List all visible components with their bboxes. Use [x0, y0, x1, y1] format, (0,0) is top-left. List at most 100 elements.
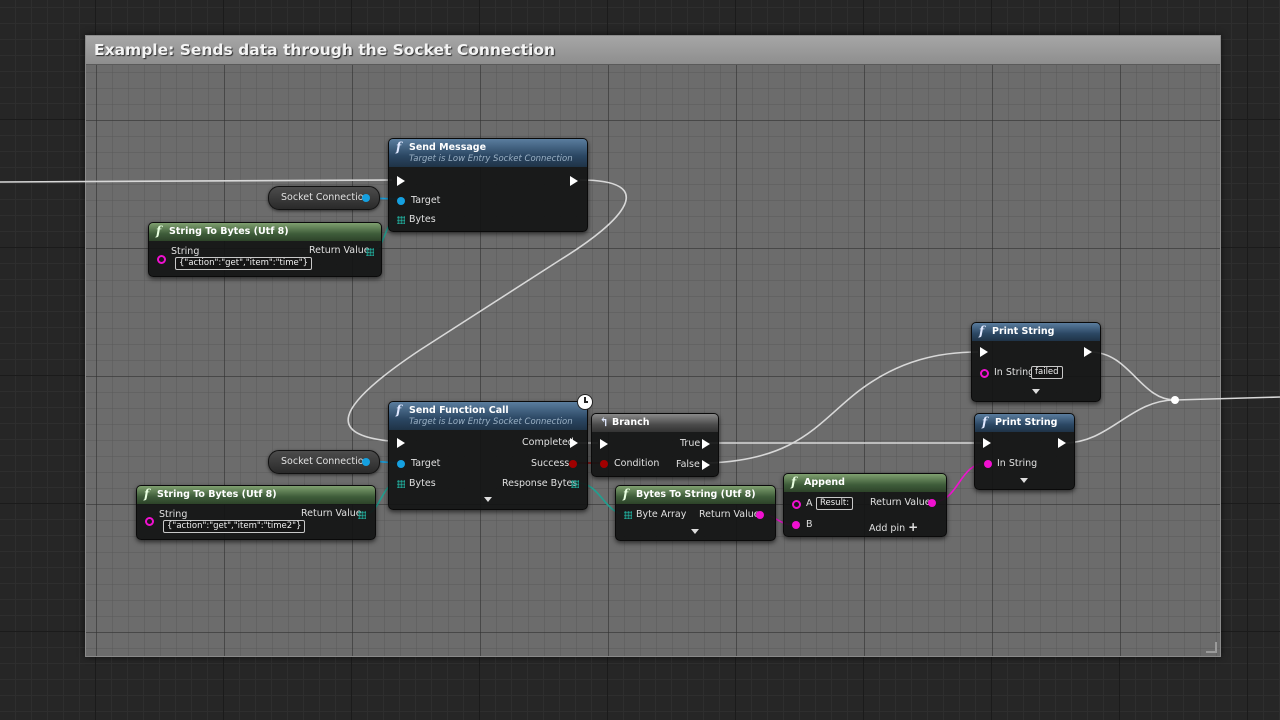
send-function-call-node[interactable]: f Send Function Call Target is Low Entry…	[388, 401, 588, 510]
node-title: Print String	[992, 326, 1055, 337]
function-icon: f	[396, 403, 402, 417]
true-label: True	[680, 438, 701, 449]
node-header[interactable]: ↰ Branch	[592, 414, 718, 432]
socket-connection-getter-1[interactable]: Socket Connection	[268, 186, 380, 210]
in-string-pin[interactable]	[980, 369, 989, 378]
function-icon: f	[623, 487, 629, 501]
node-subtitle: Target is Low Entry Socket Connection	[409, 417, 573, 427]
string-to-bytes-node-2[interactable]: f String To Bytes (Utf 8) String {"actio…	[136, 485, 376, 540]
target-pin[interactable]	[397, 460, 405, 468]
completed-exec-pin[interactable]	[570, 438, 578, 448]
target-pin[interactable]	[397, 197, 405, 205]
node-title: Branch	[612, 417, 650, 428]
string-input-pin[interactable]	[157, 255, 166, 264]
node-title: Print String	[995, 417, 1058, 428]
expand-chevron-icon[interactable]	[484, 497, 492, 502]
false-label: False	[676, 459, 700, 470]
condition-label: Condition	[614, 458, 660, 469]
return-value-pin[interactable]	[358, 511, 366, 519]
node-title: Send Function Call	[409, 405, 509, 416]
in-string-value-field[interactable]: failed	[1031, 366, 1063, 379]
return-value-label: Return Value	[301, 508, 362, 519]
getter-output-pin[interactable]	[362, 194, 370, 202]
node-header[interactable]: f Append	[784, 474, 946, 492]
bytes-label: Bytes	[409, 478, 436, 489]
exec-in-pin[interactable]	[983, 438, 991, 448]
node-header[interactable]: f String To Bytes (Utf 8)	[149, 223, 381, 241]
node-header[interactable]: f Print String	[975, 414, 1074, 432]
socket-connection-getter-2[interactable]: Socket Connection	[268, 450, 380, 474]
bytes-label: Bytes	[409, 214, 436, 225]
function-icon: f	[396, 140, 402, 154]
function-icon: f	[979, 324, 985, 338]
bytes-pin[interactable]	[397, 480, 405, 488]
string-to-bytes-node-1[interactable]: f String To Bytes (Utf 8) String {"actio…	[148, 222, 382, 277]
node-header[interactable]: f Print String	[972, 323, 1100, 341]
add-pin-button[interactable]: Add pin +	[869, 521, 918, 535]
comment-resize-grip[interactable]	[1206, 642, 1217, 653]
completed-label: Completed	[522, 437, 574, 448]
byte-array-pin[interactable]	[624, 511, 632, 519]
exec-in-pin[interactable]	[980, 347, 988, 357]
response-bytes-label: Response Bytes	[502, 478, 578, 489]
function-icon: f	[791, 475, 797, 489]
comment-title[interactable]: Example: Sends data through the Socket C…	[86, 36, 1220, 65]
plus-icon: +	[908, 520, 919, 534]
append-node[interactable]: f Append A Result: Return Value B Add pi…	[783, 473, 947, 537]
print-string-node-1[interactable]: f Print String In String failed	[971, 322, 1101, 402]
exec-out-pin[interactable]	[1084, 347, 1092, 357]
print-string-node-2[interactable]: f Print String In String	[974, 413, 1075, 490]
in-string-label: In String	[997, 458, 1038, 469]
in-string-label: In String	[994, 367, 1035, 378]
node-title: String To Bytes (Utf 8)	[169, 226, 289, 237]
return-value-pin[interactable]	[756, 511, 764, 519]
byte-array-label: Byte Array	[636, 509, 687, 520]
b-label: B	[806, 519, 813, 530]
exec-out-pin[interactable]	[1058, 438, 1066, 448]
exec-out-pin[interactable]	[570, 176, 578, 186]
getter-output-pin[interactable]	[362, 458, 370, 466]
expand-chevron-icon[interactable]	[1020, 478, 1028, 483]
exec-in-pin[interactable]	[600, 439, 608, 449]
return-value-pin[interactable]	[928, 499, 936, 507]
bytes-to-string-node[interactable]: f Bytes To String (Utf 8) Byte Array Ret…	[615, 485, 776, 541]
a-value-field[interactable]: Result:	[816, 497, 854, 510]
reroute-node[interactable]	[1171, 396, 1179, 404]
exec-in-pin[interactable]	[397, 438, 405, 448]
function-icon: f	[982, 415, 988, 429]
node-header[interactable]: f String To Bytes (Utf 8)	[137, 486, 375, 504]
b-pin[interactable]	[792, 521, 800, 529]
response-bytes-pin[interactable]	[571, 480, 579, 488]
getter-label: Socket Connection	[281, 192, 370, 203]
false-exec-pin[interactable]	[702, 460, 710, 470]
node-subtitle: Target is Low Entry Socket Connection	[409, 154, 573, 164]
true-exec-pin[interactable]	[702, 439, 710, 449]
condition-pin[interactable]	[600, 460, 608, 468]
a-pin[interactable]	[792, 500, 801, 509]
string-input-pin[interactable]	[145, 517, 154, 526]
bytes-pin[interactable]	[397, 216, 405, 224]
string-value-field[interactable]: {"action":"get","item":"time2"}	[163, 520, 306, 533]
clock-icon	[577, 394, 593, 410]
send-message-node[interactable]: f Send Message Target is Low Entry Socke…	[388, 138, 588, 232]
branch-node[interactable]: ↰ Branch True Condition False	[591, 413, 719, 477]
exec-in-pin[interactable]	[397, 176, 405, 186]
node-header[interactable]: f Bytes To String (Utf 8)	[616, 486, 775, 504]
node-title: Append	[804, 477, 845, 488]
target-label: Target	[411, 195, 441, 206]
success-label: Success	[531, 458, 570, 469]
expand-chevron-icon[interactable]	[691, 529, 699, 534]
function-icon: f	[144, 487, 150, 501]
branch-icon: ↰	[599, 415, 610, 429]
in-string-pin[interactable]	[984, 460, 992, 468]
node-header[interactable]: f Send Function Call Target is Low Entry…	[389, 402, 587, 430]
return-value-label: Return Value	[699, 509, 760, 520]
expand-chevron-icon[interactable]	[1032, 389, 1040, 394]
node-title: Send Message	[409, 142, 487, 153]
success-pin[interactable]	[569, 460, 577, 468]
return-value-pin[interactable]	[366, 248, 374, 256]
return-value-label: Return Value	[309, 245, 370, 256]
node-title: String To Bytes (Utf 8)	[157, 489, 277, 500]
string-value-field[interactable]: {"action":"get","item":"time"}	[175, 257, 313, 270]
node-header[interactable]: f Send Message Target is Low Entry Socke…	[389, 139, 587, 167]
